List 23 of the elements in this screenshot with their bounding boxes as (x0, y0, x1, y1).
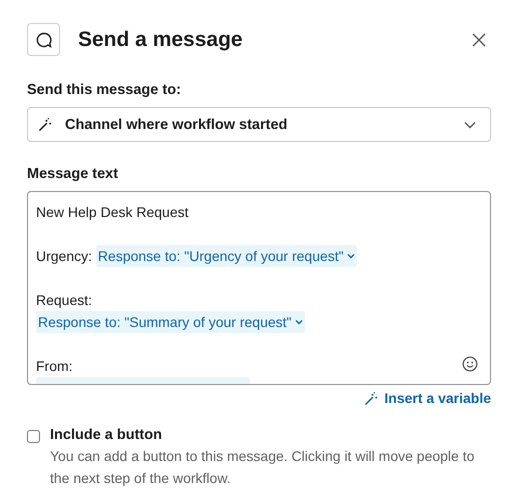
caret-icon (294, 319, 302, 325)
field-label: Send this message to: (27, 82, 182, 98)
insert-variable-link[interactable]: Insert a variable (364, 390, 491, 406)
message-text: Request: (36, 292, 92, 308)
recipient-dropdown[interactable]: Channel where workflow started (27, 107, 491, 142)
dialog-title: Send a message (78, 28, 244, 52)
magic-wand-icon (364, 390, 380, 406)
close-icon[interactable] (470, 30, 488, 48)
field-label: Message text (27, 166, 120, 182)
message-text: New Help Desk Request (36, 204, 189, 220)
variable-token[interactable]: Response to: "Urgency of your request" (96, 245, 357, 267)
checkbox[interactable] (27, 430, 40, 443)
caret-icon (346, 253, 355, 259)
message-text: From: (36, 358, 73, 374)
smiley-icon[interactable] (462, 356, 478, 372)
message-icon (27, 23, 60, 56)
checkbox-description: You can add a button to this message. Clicking it will move people to the next step of the workflow. (50, 447, 476, 488)
chevron-icon (464, 120, 476, 128)
message-field[interactable]: New Help Desk Request Urgency: Response to: "Urgency of your request" Request: Response to: "Summary of your request" From: (27, 191, 491, 385)
message-text: Urgency: (36, 248, 94, 264)
checkbox-label: Include a button (50, 427, 163, 443)
magic-wand-icon (38, 117, 53, 132)
variable-token[interactable]: Response to: "Summary of your request" (36, 311, 304, 333)
